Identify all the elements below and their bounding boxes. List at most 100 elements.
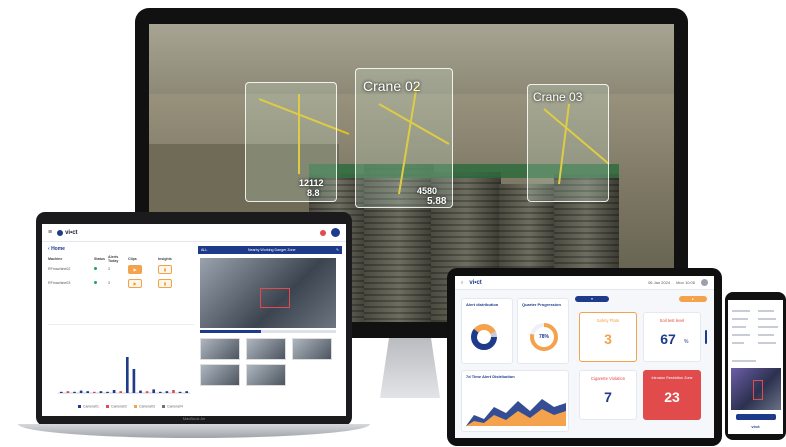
date-text: 06 Jan 2024 xyxy=(648,280,671,285)
kpi-label: Safety Plate xyxy=(596,318,620,323)
notification-bell-icon[interactable] xyxy=(320,229,326,236)
tablet-topbar: ≡ vi•ct 06 Jan 2024 Mon 10:05 xyxy=(455,276,714,290)
time-text: Mon 10:05 xyxy=(676,280,695,285)
legend-label: Camera02 xyxy=(111,405,127,409)
kpi-value: 3 xyxy=(604,331,612,347)
brand-name: vi•ct xyxy=(751,424,760,429)
legend-swatch xyxy=(78,405,81,408)
hamburger-menu-icon[interactable]: ≡ xyxy=(461,280,463,285)
avatar[interactable] xyxy=(331,228,340,237)
crane-readout: 5.88 xyxy=(427,196,447,207)
video-thumbnail[interactable] xyxy=(246,364,286,386)
chart-bar xyxy=(158,391,162,393)
time-trend-card: 7d Time Alert Distribution xyxy=(461,370,569,432)
video-panel: ALL Nearby Working Danger Zone ✎ xyxy=(198,246,342,412)
legend-swatch xyxy=(134,405,137,408)
text-line xyxy=(732,334,750,336)
kpi-card[interactable]: Cigarette Violation 7 xyxy=(579,370,637,420)
chart-bar xyxy=(125,357,129,393)
alert-snapshot[interactable] xyxy=(731,368,781,410)
hamburger-menu-icon[interactable]: ≡ xyxy=(48,229,52,236)
text-line xyxy=(758,318,776,320)
filter-pill[interactable]: ▾ xyxy=(575,296,609,302)
chart-bar xyxy=(139,390,142,393)
chart-bar xyxy=(132,369,136,393)
text-line xyxy=(732,326,746,328)
status-dot-icon xyxy=(94,267,97,270)
kpi-label: Soil test level xyxy=(659,318,685,323)
insights-button[interactable]: ▮ xyxy=(158,264,172,274)
legend-label: Camera01 xyxy=(83,405,99,409)
chart-bar xyxy=(79,390,83,393)
table-row[interactable]: RFmachine03 3 ▶ ▮ xyxy=(48,276,194,290)
video-panel-header: ALL Nearby Working Danger Zone ✎ xyxy=(198,246,342,254)
chart-bar xyxy=(185,391,189,393)
video-thumbnail[interactable] xyxy=(246,338,286,360)
text-line xyxy=(758,326,778,328)
video-timeline[interactable] xyxy=(200,330,336,333)
status-dot-icon xyxy=(94,281,97,284)
video-thumbnail[interactable] xyxy=(200,364,240,386)
edit-icon[interactable]: ✎ xyxy=(336,248,339,252)
detection-box xyxy=(260,288,290,308)
export-pill[interactable]: ▸ xyxy=(679,296,707,302)
chart-bar xyxy=(172,390,175,393)
view-button[interactable] xyxy=(736,414,776,420)
quarter-value: 78% xyxy=(538,334,549,340)
text-line xyxy=(732,342,744,344)
chart-bar xyxy=(86,391,90,393)
kpi-card[interactable]: Safety Plate 3 xyxy=(579,312,637,362)
legend-swatch xyxy=(106,405,109,408)
donut-chart xyxy=(471,324,497,350)
chart-bar xyxy=(152,389,156,393)
laptop-base xyxy=(18,424,370,438)
clips-button[interactable]: ▶ xyxy=(128,264,142,274)
legend-swatch xyxy=(162,405,165,408)
text-line xyxy=(758,334,774,336)
monitor-stand xyxy=(380,338,440,398)
product-showcase: Crane 02 Crane 03 12112 8.8 4580 5.88 ≡ … xyxy=(0,0,786,447)
avatar[interactable] xyxy=(701,279,708,286)
insights-button[interactable]: ▮ xyxy=(158,278,172,288)
machine-table: Machine Status Alerts Today Clips Insigh… xyxy=(48,255,194,290)
chart-bar xyxy=(145,391,149,393)
chart-bar xyxy=(92,391,96,393)
detection-box xyxy=(753,380,763,400)
chart-bar xyxy=(59,391,63,393)
alert-count: 3 xyxy=(108,267,110,271)
crane-label: Crane 02 xyxy=(363,78,421,94)
scrollbar[interactable] xyxy=(705,330,707,344)
alert-count: 3 xyxy=(108,281,110,285)
main-video-player[interactable] xyxy=(200,258,336,328)
quarter-progression-card: Quarter Progression 78% xyxy=(517,298,569,364)
video-thumbnail[interactable] xyxy=(200,338,240,360)
kpi-card[interactable]: Intrusion Restriction Zone 23 xyxy=(643,370,701,420)
kpi-label: Cigarette Violation xyxy=(590,376,626,381)
chart-bar xyxy=(99,391,103,393)
legend-label: Camera04 xyxy=(167,405,183,409)
clips-button[interactable]: ▶ xyxy=(128,278,142,288)
laptop-dashboard: ≡ vi•ct ‹ Home Machine Status Alerts Tod… xyxy=(42,224,346,416)
brand-name: vi•ct xyxy=(469,279,482,286)
crane-readout: 8.8 xyxy=(307,188,320,198)
chart-bar xyxy=(119,391,123,393)
kpi-card[interactable]: Soil test level 67 % xyxy=(643,312,701,362)
table-row[interactable]: RFmachine02 3 ▶ ▮ xyxy=(48,262,194,276)
brand-logo: vi•ct xyxy=(57,229,78,236)
column-header: Status xyxy=(94,257,105,261)
laptop: ≡ vi•ct ‹ Home Machine Status Alerts Tod… xyxy=(36,212,352,426)
chart-bar xyxy=(66,391,70,393)
chart-bar xyxy=(165,391,169,393)
kpi-label: Intrusion Restriction Zone xyxy=(651,376,693,380)
video-thumbnail[interactable] xyxy=(292,338,332,360)
legend-label: Camera03 xyxy=(139,405,155,409)
machine-name: RFmachine02 xyxy=(48,267,71,271)
video-filter-select[interactable]: ALL xyxy=(201,248,207,252)
video-title: Nearby Working Danger Zone xyxy=(247,248,296,252)
machine-name: RFmachine03 xyxy=(48,281,71,285)
breadcrumb-home[interactable]: ‹ Home xyxy=(48,246,194,252)
logo-mark-icon xyxy=(57,229,64,236)
column-header: Alerts Today xyxy=(108,255,119,263)
machine-panel: ‹ Home Machine Status Alerts Today Clips… xyxy=(48,246,194,412)
phone-app: vi•ct xyxy=(728,300,783,434)
